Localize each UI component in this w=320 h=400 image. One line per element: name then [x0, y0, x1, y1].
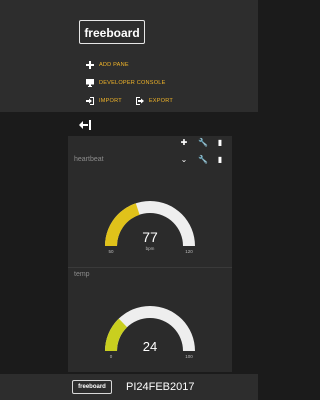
menu-row-import-export: IMPORT EXPORT	[86, 94, 246, 107]
export-button[interactable]: EXPORT	[135, 96, 173, 105]
monitor-icon	[86, 78, 94, 87]
gauge-max: 120	[185, 249, 193, 254]
widget-tools: ⌄ 🔧 ▮	[180, 155, 224, 164]
footer-label: PI24FEB2017	[126, 381, 195, 393]
gauge-value: 24	[143, 339, 157, 354]
gauge-min: 50	[108, 249, 114, 254]
developer-console-button[interactable]: DEVELOPER CONSOLE	[86, 78, 166, 87]
widget-title: temp	[74, 271, 90, 278]
gauge-units: bpm	[146, 246, 155, 251]
plus-icon	[86, 60, 94, 69]
wrench-icon[interactable]: 🔧	[198, 155, 208, 164]
export-label: EXPORT	[148, 97, 173, 104]
dashboard-pane: ✚ 🔧 ▮ heartbeat ⌄ 🔧 ▮ 77 bpm 50 120 temp	[68, 136, 232, 372]
chevron-down-icon[interactable]: ⌄	[180, 155, 188, 164]
add-pane-label: ADD PANE	[99, 61, 129, 68]
gauge-fill	[105, 203, 140, 246]
import-label: IMPORT	[99, 97, 122, 104]
gauge-max: 100	[185, 354, 193, 359]
widget-title: heartbeat	[74, 156, 104, 163]
developer-console-label: DEVELOPER CONSOLE	[99, 79, 166, 86]
import-button[interactable]: IMPORT	[86, 96, 122, 105]
menu-row-console: DEVELOPER CONSOLE	[86, 76, 246, 89]
freeboard-logo: freeboard	[79, 20, 145, 44]
footer-bar: freeboard PI24FEB2017	[0, 374, 258, 400]
temp-widget: temp 24 0 100	[68, 267, 232, 372]
add-widget-icon[interactable]: ✚	[180, 138, 188, 147]
menu-row-add: ADD PANE	[86, 58, 246, 71]
dashboard-area: ✚ 🔧 ▮ heartbeat ⌄ 🔧 ▮ 77 bpm 50 120 temp	[0, 112, 258, 374]
trash-icon[interactable]: ▮	[216, 138, 224, 147]
heartbeat-gauge: 77 bpm 50 120	[105, 201, 195, 254]
pane-tools: ✚ 🔧 ▮	[180, 138, 224, 147]
add-pane-button[interactable]: ADD PANE	[86, 60, 129, 69]
temp-gauge: 24 0 100	[105, 306, 195, 359]
heartbeat-widget: heartbeat ⌄ 🔧 ▮ 77 bpm 50 120	[68, 152, 232, 268]
collapse-header-icon[interactable]	[79, 120, 91, 130]
header-panel: freeboard ADD PANE DEVELOPER CONSOLE IMP…	[0, 0, 258, 112]
header-menu: ADD PANE DEVELOPER CONSOLE IMPORT EXPORT	[86, 58, 246, 112]
import-icon	[86, 96, 94, 105]
wrench-icon[interactable]: 🔧	[198, 138, 208, 147]
export-icon	[135, 96, 144, 105]
gauge-min: 0	[110, 354, 113, 359]
footer-logo: freeboard	[72, 380, 112, 394]
trash-icon[interactable]: ▮	[216, 155, 224, 164]
gauge-value: 77	[142, 229, 158, 245]
